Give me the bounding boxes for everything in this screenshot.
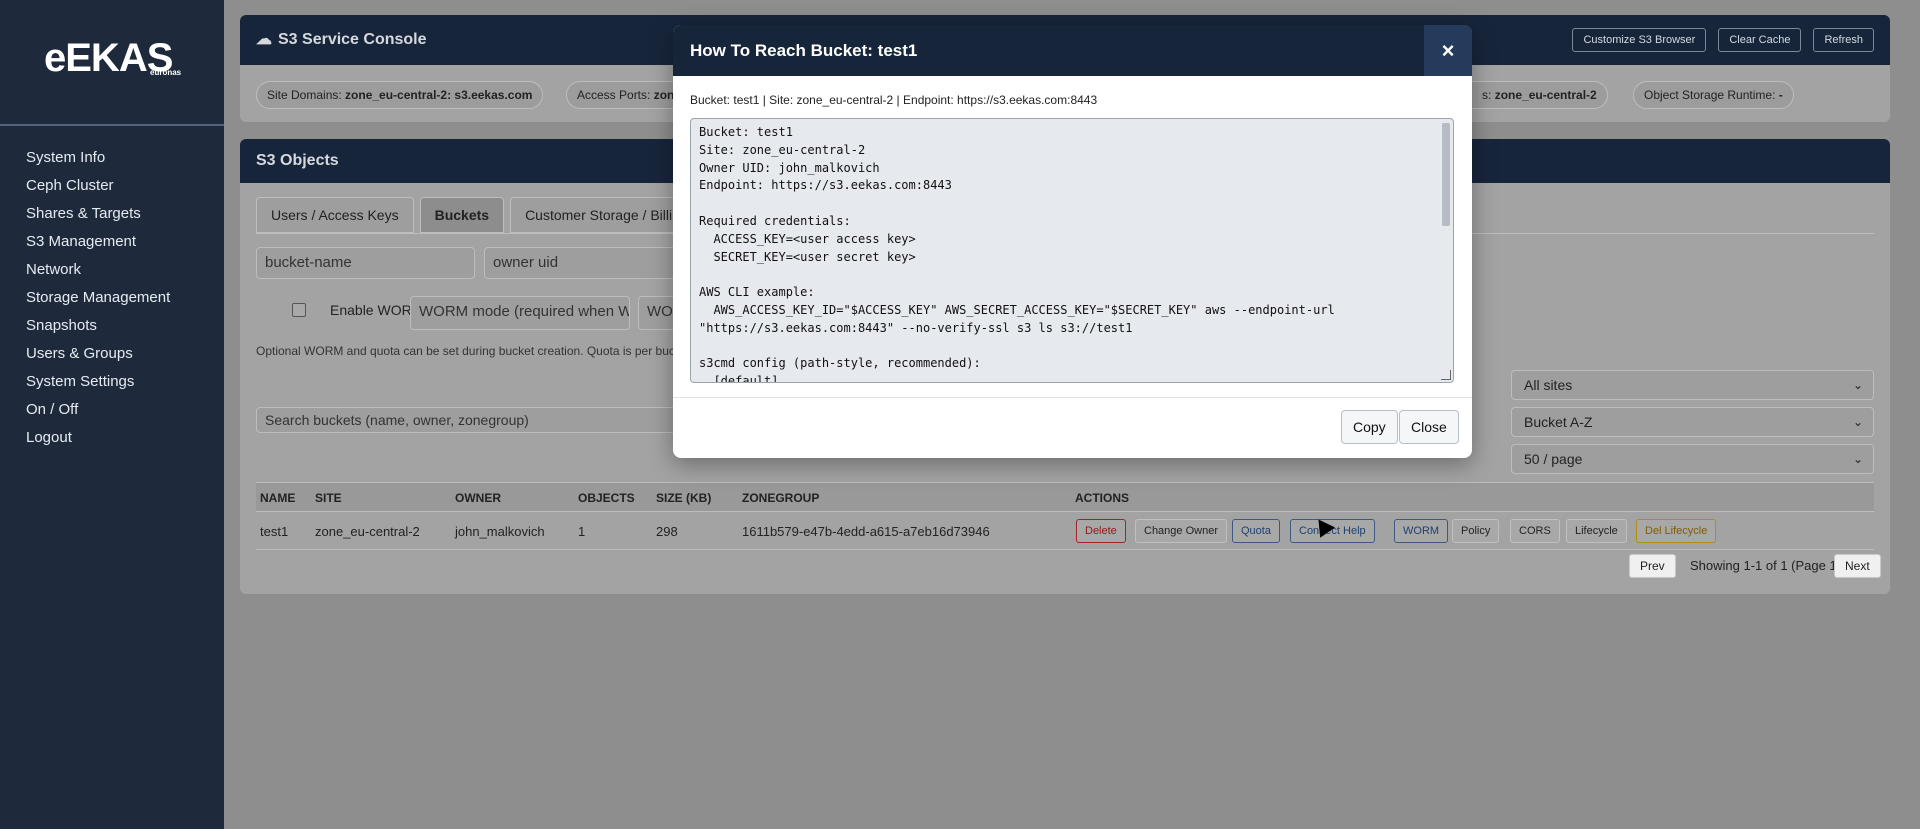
how-to-reach-bucket-modal: How To Reach Bucket: test1 × Bucket: tes… xyxy=(673,25,1472,458)
tab-buckets[interactable]: Buckets xyxy=(419,197,505,233)
site-filter-select[interactable]: All sites ⌄ xyxy=(1511,370,1874,400)
sort-select[interactable]: Bucket A-Z ⌄ xyxy=(1511,407,1874,437)
access-ports-value: zon xyxy=(653,88,675,102)
cell-owner: john_malkovich xyxy=(455,524,545,539)
change-owner-button[interactable]: Change Owner xyxy=(1135,519,1227,543)
zone-value: zone_eu-central-2 xyxy=(1494,88,1597,102)
sidebar-item-shares-targets[interactable]: Shares & Targets xyxy=(0,203,224,231)
cell-name: test1 xyxy=(260,524,289,539)
scrollbar-thumb[interactable] xyxy=(1442,123,1450,226)
cell-site: zone_eu-central-2 xyxy=(315,524,420,539)
owner-uid-input[interactable]: owner uid xyxy=(484,247,684,279)
brand-sub: euronas xyxy=(150,68,182,77)
search-buckets-input[interactable]: Search buckets (name, owner, zonegroup) xyxy=(256,407,686,433)
sidebar-nav: System Info Ceph Cluster Shares & Target… xyxy=(0,147,224,455)
cell-zonegroup: 1611b579-e47b-4edd-a615-a7eb16d73946 xyxy=(742,524,990,539)
sidebar-item-on-off[interactable]: On / Off xyxy=(0,399,224,427)
bucket-name-input[interactable]: bucket-name xyxy=(256,247,475,279)
prev-page-button[interactable]: Prev xyxy=(1629,554,1676,578)
sidebar-item-users-groups[interactable]: Users & Groups xyxy=(0,343,224,371)
cell-size: 298 xyxy=(656,524,678,539)
worm-button[interactable]: WORM xyxy=(1394,519,1449,543)
del-lifecycle-button[interactable]: Del Lifecycle xyxy=(1636,519,1717,543)
sidebar: eEKAS euronas System Info Ceph Cluster S… xyxy=(0,0,224,829)
console-title: S3 Service Console xyxy=(278,31,427,48)
chevron-down-icon: ⌄ xyxy=(1852,378,1863,392)
col-objects: OBJECTS xyxy=(578,491,635,505)
connect-help-button[interactable]: Connect Help xyxy=(1290,519,1375,543)
sort-value: Bucket A-Z xyxy=(1524,414,1593,430)
lifecycle-button[interactable]: Lifecycle xyxy=(1566,519,1627,543)
col-owner: OWNER xyxy=(455,491,501,505)
site-domains-pill: Site Domains: zone_eu-central-2: s3.eeka… xyxy=(256,81,544,109)
modal-subtitle: Bucket: test1 | Site: zone_eu-central-2 … xyxy=(690,93,1098,107)
access-ports-label: Access Ports: xyxy=(577,88,651,102)
connection-instructions-textarea[interactable]: Bucket: test1 Site: zone_eu-central-2 Ow… xyxy=(690,118,1454,383)
delete-bucket-button[interactable]: Delete xyxy=(1076,519,1126,543)
console-toolbar: Customize S3 Browser Clear Cache Refresh xyxy=(1572,28,1874,52)
chevron-down-icon: ⌄ xyxy=(1852,415,1863,429)
sidebar-item-system-settings[interactable]: System Settings xyxy=(0,371,224,399)
access-ports-pill: Access Ports: zon xyxy=(566,81,685,109)
col-zonegroup: ZONEGROUP xyxy=(742,491,820,505)
create-bucket-hint: Optional WORM and quota can be set durin… xyxy=(256,344,675,358)
site-domains-label: Site Domains: xyxy=(267,88,342,102)
table-row: test1 zone_eu-central-2 john_malkovich 1… xyxy=(256,512,1874,550)
cors-button[interactable]: CORS xyxy=(1510,519,1560,543)
sidebar-item-system-info[interactable]: System Info xyxy=(0,147,224,175)
table-header: NAME SITE OWNER OBJECTS SIZE (KB) ZONEGR… xyxy=(256,482,1874,512)
per-page-value: 50 / page xyxy=(1524,451,1583,467)
per-page-select[interactable]: 50 / page ⌄ xyxy=(1511,444,1874,474)
modal-title: How To Reach Bucket: test1 xyxy=(690,41,918,60)
cloud-icon: ☁ xyxy=(256,31,272,48)
sidebar-item-logout[interactable]: Logout xyxy=(0,427,224,455)
zone-pill: s: zone_eu-central-2 xyxy=(1472,81,1608,109)
resize-handle-icon[interactable] xyxy=(1441,370,1451,380)
close-icon[interactable]: × xyxy=(1424,25,1472,76)
pager-status: Showing 1-1 of 1 (Page 1/1) xyxy=(1690,558,1852,573)
zone-label: s: xyxy=(1482,88,1492,102)
cell-objects: 1 xyxy=(578,524,586,539)
next-page-button[interactable]: Next xyxy=(1834,554,1881,578)
sidebar-divider xyxy=(0,124,224,126)
close-button[interactable]: Close xyxy=(1399,410,1459,444)
clear-cache-button[interactable]: Clear Cache xyxy=(1718,28,1802,52)
quota-button[interactable]: Quota xyxy=(1232,519,1280,543)
runtime-label: Object Storage Runtime: xyxy=(1644,88,1776,102)
customize-s3-browser-button[interactable]: Customize S3 Browser xyxy=(1572,28,1707,52)
enable-worm-checkbox[interactable] xyxy=(292,303,306,317)
buckets-table: NAME SITE OWNER OBJECTS SIZE (KB) ZONEGR… xyxy=(256,482,1874,550)
objects-tabs: Users / Access Keys Buckets Customer Sto… xyxy=(256,197,703,233)
col-actions: ACTIONS xyxy=(1075,491,1129,505)
sidebar-item-ceph-cluster[interactable]: Ceph Cluster xyxy=(0,175,224,203)
modal-footer-divider xyxy=(673,397,1472,398)
policy-button[interactable]: Policy xyxy=(1452,519,1500,543)
sidebar-item-s3-management[interactable]: S3 Management xyxy=(0,231,224,259)
refresh-button[interactable]: Refresh xyxy=(1813,28,1874,52)
col-size: SIZE (KB) xyxy=(656,491,712,505)
connection-instructions-text: Bucket: test1 Site: zone_eu-central-2 Ow… xyxy=(699,125,1335,383)
copy-button[interactable]: Copy xyxy=(1341,410,1398,444)
sidebar-item-storage-management[interactable]: Storage Management xyxy=(0,287,224,315)
modal-header: How To Reach Bucket: test1 × xyxy=(673,25,1472,76)
site-domains-value: zone_eu-central-2: s3.eekas.com xyxy=(345,88,533,102)
worm-mode-value: WORM mode (required when W xyxy=(419,303,630,320)
sidebar-item-network[interactable]: Network xyxy=(0,259,224,287)
chevron-down-icon: ⌄ xyxy=(1852,452,1863,466)
tab-users-access-keys[interactable]: Users / Access Keys xyxy=(256,197,414,233)
runtime-value: - xyxy=(1778,88,1783,102)
site-filter-value: All sites xyxy=(1524,377,1573,393)
col-site: SITE xyxy=(315,491,342,505)
col-name: NAME xyxy=(260,491,296,505)
sidebar-item-snapshots[interactable]: Snapshots xyxy=(0,315,224,343)
runtime-pill: Object Storage Runtime: - xyxy=(1633,81,1794,109)
worm-mode-select[interactable]: WORM mode (required when W xyxy=(410,296,630,330)
